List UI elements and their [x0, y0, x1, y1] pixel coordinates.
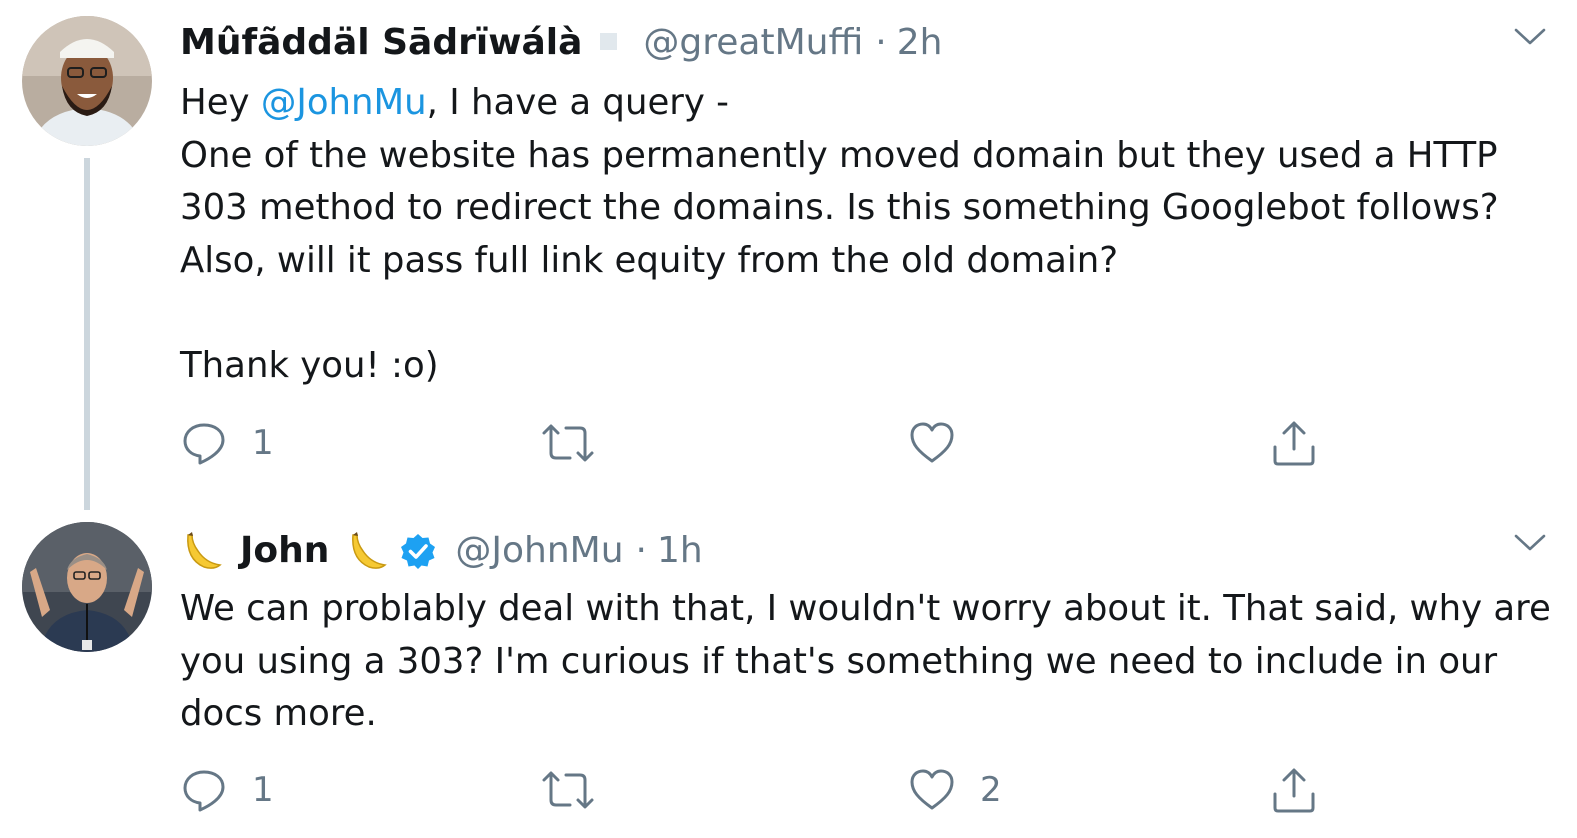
retweet-icon — [542, 424, 594, 462]
author-name[interactable]: Mûfãddäl Sādrïwálà — [180, 21, 582, 65]
separator-dot: · — [635, 530, 647, 571]
avatar-greatmuffi[interactable] — [22, 16, 152, 146]
verified-badge-icon — [399, 532, 437, 570]
reply-count: 1 — [252, 770, 274, 810]
retweet-button[interactable] — [540, 418, 620, 468]
reply-button[interactable]: 1 — [180, 418, 274, 468]
share-button[interactable] — [1270, 765, 1318, 815]
share-icon — [1273, 768, 1315, 813]
avatar-greatmuffi-image — [22, 16, 152, 146]
retweet-icon — [542, 771, 594, 809]
caret-down-icon[interactable] — [1513, 26, 1547, 48]
share-button[interactable] — [1270, 418, 1318, 468]
author-handle[interactable]: @JohnMu — [455, 529, 623, 573]
tweet-text-part: Hey — [180, 82, 261, 123]
avatar-johnmu[interactable] — [22, 522, 152, 652]
badge-placeholder-icon — [600, 32, 618, 50]
avatar-johnmu-image — [22, 522, 152, 652]
reply-count: 1 — [252, 423, 274, 463]
reply-icon — [183, 770, 225, 812]
tweet-text: Hey @JohnMu, I have a query - One of the… — [180, 77, 1560, 392]
tweet-text-part: , I have a query - One of the website ha… — [180, 82, 1499, 386]
tweet-time[interactable]: 1h — [657, 529, 703, 573]
like-icon — [910, 422, 954, 463]
reply-button[interactable]: 1 — [180, 765, 274, 815]
like-icon — [910, 769, 954, 810]
tweet-time[interactable]: 2h — [897, 21, 943, 65]
mention-link[interactable]: @JohnMu — [261, 82, 427, 123]
separator-dot: · — [875, 22, 887, 63]
retweet-button[interactable] — [540, 765, 620, 815]
author-name[interactable]: John — [240, 529, 329, 573]
like-count: 2 — [980, 770, 1002, 810]
tweet-2-header: John @JohnMu · 1h — [180, 529, 703, 573]
share-icon — [1273, 421, 1315, 466]
banana-emoji-icon — [180, 529, 224, 573]
thread-line — [84, 158, 90, 510]
caret-down-icon[interactable] — [1513, 532, 1547, 554]
tweet-1: Mûfãddäl Sādrïwálà @greatMuffi · 2h Hey … — [0, 0, 1577, 510]
reply-icon — [183, 423, 225, 465]
author-handle[interactable]: @greatMuffi — [643, 21, 863, 65]
like-button[interactable] — [908, 418, 980, 468]
tweet-2: John @JohnMu · 1h We can problably deal … — [0, 510, 1577, 838]
tweet-1-header: Mûfãddäl Sādrïwálà @greatMuffi · 2h — [180, 21, 942, 65]
like-button[interactable]: 2 — [908, 765, 1002, 815]
tweet-text: We can problably deal with that, I would… — [180, 588, 1563, 734]
banana-emoji-icon — [345, 529, 389, 573]
